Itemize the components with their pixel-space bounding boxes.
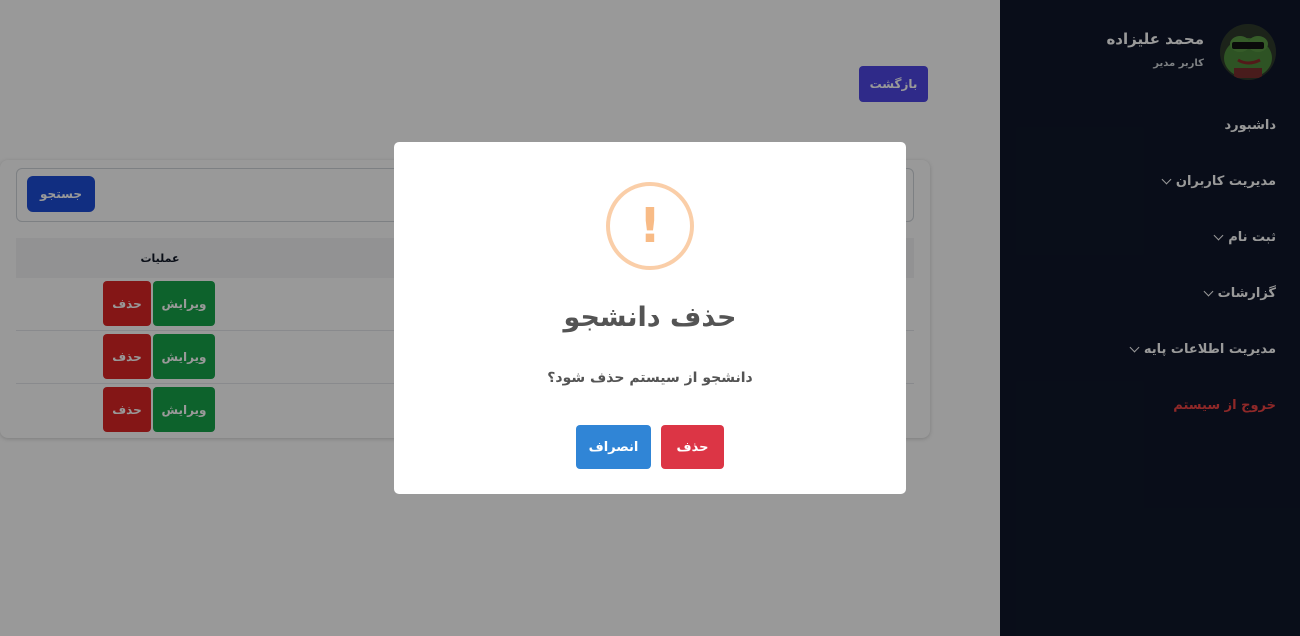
delete-confirm-dialog: ! حذف دانشجو دانشجو از سیستم حذف شود؟ حذ… xyxy=(394,142,906,494)
confirm-delete-button[interactable]: حذف xyxy=(661,425,724,469)
warning-icon: ! xyxy=(606,182,694,270)
cancel-button[interactable]: انصراف xyxy=(576,425,651,469)
dialog-message: دانشجو از سیستم حذف شود؟ xyxy=(547,370,753,386)
dialog-title: حذف دانشجو xyxy=(563,302,737,333)
